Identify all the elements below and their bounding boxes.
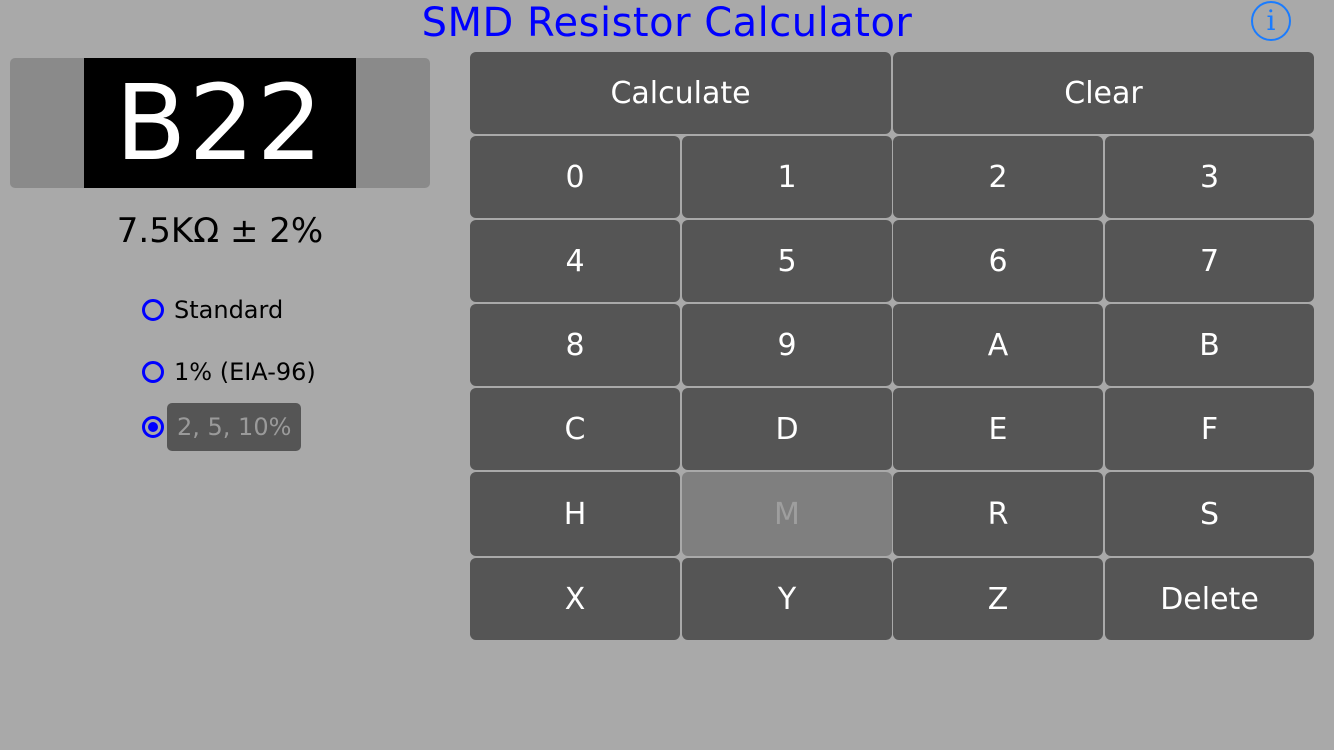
chip-code-display: B22	[84, 58, 356, 188]
key-d[interactable]: D	[682, 388, 892, 470]
radio-selected-icon[interactable]	[142, 416, 164, 438]
key-0[interactable]: 0	[470, 136, 680, 218]
mode-option-standard[interactable]: Standard	[142, 296, 283, 324]
key-h[interactable]: H	[470, 472, 680, 556]
app-title: SMD Resistor Calculator	[421, 0, 913, 46]
mode-label: Standard	[174, 296, 284, 324]
radio-icon[interactable]	[142, 361, 164, 383]
clear-button[interactable]: Clear	[893, 52, 1314, 134]
mode-option-2-5-10[interactable]: 2, 5, 10%	[142, 403, 302, 451]
key-m[interactable]: M	[682, 472, 892, 556]
key-2[interactable]: 2	[893, 136, 1103, 218]
key-9[interactable]: 9	[682, 304, 892, 386]
key-5[interactable]: 5	[682, 220, 892, 302]
key-r[interactable]: R	[893, 472, 1103, 556]
key-c[interactable]: C	[470, 388, 680, 470]
key-a[interactable]: A	[893, 304, 1103, 386]
key-y[interactable]: Y	[682, 558, 892, 640]
key-3[interactable]: 3	[1105, 136, 1314, 218]
key-f[interactable]: F	[1105, 388, 1314, 470]
key-6[interactable]: 6	[893, 220, 1103, 302]
info-icon[interactable]: i	[1251, 1, 1291, 41]
key-1[interactable]: 1	[682, 136, 892, 218]
key-x[interactable]: X	[470, 558, 680, 640]
key-z[interactable]: Z	[893, 558, 1103, 640]
mode-label: 2, 5, 10%	[167, 403, 302, 451]
resistor-chip: B22	[10, 58, 430, 188]
key-8[interactable]: 8	[470, 304, 680, 386]
delete-button[interactable]: Delete	[1105, 558, 1314, 640]
calculate-button[interactable]: Calculate	[470, 52, 891, 134]
mode-option-eia96[interactable]: 1% (EIA-96)	[142, 358, 316, 386]
key-e[interactable]: E	[893, 388, 1103, 470]
key-b[interactable]: B	[1105, 304, 1314, 386]
resistance-result: 7.5KΩ ± 2%	[116, 211, 324, 251]
key-s[interactable]: S	[1105, 472, 1314, 556]
mode-label: 1% (EIA-96)	[174, 358, 316, 386]
radio-icon[interactable]	[142, 299, 164, 321]
key-7[interactable]: 7	[1105, 220, 1314, 302]
key-4[interactable]: 4	[470, 220, 680, 302]
